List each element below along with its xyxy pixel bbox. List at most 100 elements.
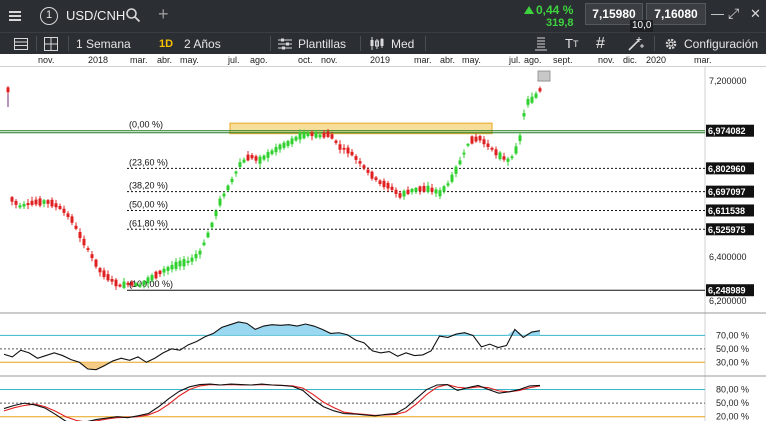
price-tick-label: 7,200000 bbox=[709, 76, 747, 86]
chart-toolbar: 1 Semana 1D 2 Años Plantillas Med TT # C… bbox=[0, 32, 766, 54]
candle-body bbox=[374, 177, 378, 180]
toolbar-divider bbox=[270, 36, 271, 51]
candle-body bbox=[314, 132, 318, 138]
fib-label: (0,00 %) bbox=[129, 120, 163, 130]
candle-body bbox=[538, 88, 542, 92]
resistance-zone[interactable] bbox=[229, 122, 493, 135]
candle-body bbox=[450, 174, 454, 182]
menu-button[interactable] bbox=[0, 0, 30, 32]
candle-body bbox=[154, 271, 158, 279]
hamburger-icon bbox=[9, 15, 21, 17]
drawing-tools-icon[interactable] bbox=[628, 33, 644, 54]
candle-body bbox=[186, 260, 190, 263]
candle-body bbox=[90, 254, 94, 259]
fib-label: (23,60 %) bbox=[129, 157, 168, 167]
templates-icon[interactable] bbox=[278, 33, 292, 54]
indicator-tick-label: 50,00 % bbox=[716, 398, 749, 408]
candle-body bbox=[262, 155, 266, 160]
period-selector[interactable]: 1 Semana bbox=[76, 33, 131, 54]
expand-icon[interactable]: ⤢ bbox=[728, 5, 739, 22]
candle-body bbox=[422, 185, 426, 192]
candle-body bbox=[350, 151, 354, 156]
bar-chart-icon bbox=[535, 37, 547, 50]
fib-label: (50,00 %) bbox=[129, 199, 168, 209]
candle-body bbox=[178, 260, 182, 267]
candle-body bbox=[414, 187, 418, 192]
candle-body bbox=[390, 186, 394, 190]
minimize-icon[interactable]: — bbox=[711, 6, 724, 21]
configuration-button[interactable]: Configuración bbox=[684, 33, 758, 54]
crosshair-icon[interactable]: # bbox=[596, 33, 605, 54]
candle-body bbox=[454, 166, 458, 174]
chart-type-icon[interactable] bbox=[369, 33, 385, 54]
time-label: jul. bbox=[228, 55, 240, 65]
price-tick-label: 6,200000 bbox=[709, 296, 747, 306]
add-tab-button[interactable]: + bbox=[158, 4, 169, 25]
candle-body bbox=[502, 156, 506, 160]
candle-body bbox=[378, 180, 382, 184]
candlestick-icon bbox=[370, 37, 384, 50]
candle-body bbox=[114, 279, 118, 287]
candle-body bbox=[230, 178, 234, 183]
layout-icon bbox=[14, 37, 28, 50]
candle-body bbox=[302, 131, 306, 139]
time-label: abr. bbox=[440, 55, 456, 65]
indicator-tick-label: 20,00 % bbox=[716, 412, 749, 421]
gear-icon[interactable] bbox=[664, 33, 678, 54]
window-number-badge[interactable]: 1 bbox=[40, 7, 58, 25]
time-label: abr. bbox=[157, 55, 173, 65]
candle-body bbox=[218, 198, 222, 206]
price-marker-label: 6,974082 bbox=[708, 126, 746, 136]
search-icon[interactable] bbox=[125, 7, 141, 23]
candle-body bbox=[194, 254, 198, 259]
alert-marker[interactable] bbox=[537, 70, 551, 82]
alert-box[interactable] bbox=[537, 70, 551, 82]
candle-body bbox=[426, 185, 430, 192]
ask-price-button[interactable]: 7,16080 bbox=[646, 3, 706, 25]
instrument-symbol[interactable]: USD/CNH bbox=[66, 8, 125, 23]
time-label: dic. bbox=[623, 55, 638, 65]
price-marker-label: 6,697097 bbox=[708, 187, 746, 197]
price-tick-label: 6,400000 bbox=[709, 252, 747, 262]
candle-body bbox=[318, 134, 322, 138]
price-marker-label: 6,525975 bbox=[708, 225, 746, 235]
candle-body bbox=[398, 193, 402, 198]
candle-body bbox=[150, 275, 154, 281]
candle-body bbox=[14, 200, 18, 205]
candle-body bbox=[198, 250, 202, 255]
grid-layout-icon bbox=[44, 36, 58, 51]
time-label: may. bbox=[462, 55, 481, 65]
close-icon[interactable]: ✕ bbox=[750, 6, 761, 22]
candle-body bbox=[102, 270, 106, 277]
candle-body bbox=[142, 280, 146, 285]
candle-body bbox=[494, 149, 498, 156]
time-label: 2018 bbox=[88, 55, 109, 65]
range-selector[interactable]: 2 Años bbox=[184, 33, 221, 54]
sliders-icon bbox=[278, 38, 292, 49]
price-type-selector[interactable]: Med bbox=[391, 33, 414, 54]
candle-body bbox=[30, 200, 34, 205]
volume-icon[interactable] bbox=[535, 33, 547, 54]
split-view-button[interactable] bbox=[44, 33, 62, 54]
resistance-zone-rect[interactable] bbox=[229, 122, 493, 135]
candle-body bbox=[526, 98, 530, 105]
candle-body bbox=[258, 156, 262, 164]
interval-badge[interactable]: 1D bbox=[159, 33, 173, 54]
price-marker-label: 6,802960 bbox=[708, 164, 746, 174]
time-label: mar. bbox=[130, 55, 148, 65]
toolbar-divider bbox=[36, 36, 37, 51]
layout-button[interactable] bbox=[14, 33, 30, 54]
candle-body bbox=[42, 200, 46, 204]
candle-body bbox=[134, 283, 138, 286]
time-label: may. bbox=[180, 55, 199, 65]
candle-body bbox=[366, 169, 370, 173]
text-tool-icon[interactable]: TT bbox=[565, 33, 578, 54]
candle-body bbox=[210, 222, 214, 228]
price-chart[interactable]: (0,00 %) (23,60 %) (38,20 %) (50,00 %) (61,8… bbox=[0, 67, 766, 421]
templates-button[interactable]: Plantillas bbox=[298, 33, 346, 54]
candle-body bbox=[62, 208, 66, 213]
candle-body bbox=[298, 132, 302, 140]
change-percent: 0,44 % bbox=[536, 3, 574, 17]
toolbar-divider bbox=[360, 36, 361, 51]
time-label: sept. bbox=[553, 55, 573, 65]
